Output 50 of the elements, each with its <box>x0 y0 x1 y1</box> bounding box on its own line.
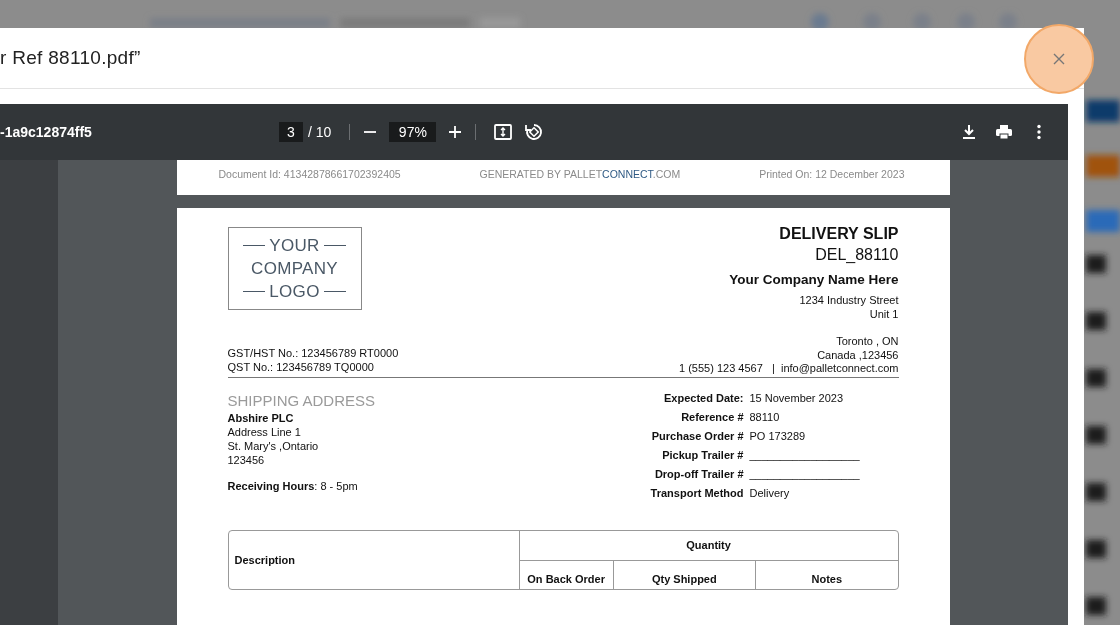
separator-text: | <box>771 361 775 374</box>
page-count: / 10 <box>308 124 332 140</box>
address-line: St. Mary's ,Ontario <box>227 438 320 453</box>
detail-label: Purchase Order # <box>650 429 744 442</box>
detail-label: Transport Method <box>650 486 744 499</box>
detail-label: Pickup Trailer # <box>661 448 744 461</box>
address-line: 123456 <box>227 452 266 467</box>
column-header: Notes <box>755 559 898 589</box>
slip-number: DEL_88110 <box>815 245 899 264</box>
page-number-field[interactable]: 3 <box>279 122 303 142</box>
generated-by-text: GENERATED BY PALLETCONNECT.COM <box>479 168 681 181</box>
address-line: Address Line 1 <box>227 424 302 439</box>
fit-page-icon[interactable] <box>493 122 514 142</box>
detail-value: __________________ <box>749 467 861 480</box>
logo-text: LOGO <box>269 280 320 303</box>
detail-value: 15 November 2023 <box>749 391 845 404</box>
address-line: Canada ,123456 <box>817 347 899 362</box>
document-id: Document Id: 41342878661702392405 <box>218 168 401 181</box>
email-address: info@palletconnect.com <box>780 361 899 374</box>
printed-date: Printed On: 12 December 2023 <box>759 168 905 181</box>
detail-value: Delivery <box>749 486 791 499</box>
address-line: 1234 Industry Street <box>799 292 899 307</box>
detail-value: PO 173289 <box>749 429 807 442</box>
section-heading: SHIPPING ADDRESS <box>227 391 376 409</box>
company-name: Your Company Name Here <box>729 271 899 287</box>
column-header: On Back Order <box>518 559 613 589</box>
receiving-hours: Receiving Hours: 8 - 5pm <box>227 479 359 492</box>
close-icon <box>1052 52 1066 66</box>
detail-label: Drop-off Trailer # <box>653 467 744 480</box>
detail-label: Reference # <box>680 410 744 423</box>
zoom-field[interactable]: 97% <box>389 122 437 142</box>
recipient-name: Abshire PLC <box>227 410 295 425</box>
phone-number: 1 (555) 123 4567 <box>679 361 763 374</box>
tax-number: QST No.: 123456789 TQ0000 <box>227 359 375 374</box>
detail-value: __________________ <box>749 448 861 461</box>
print-icon[interactable] <box>994 122 1014 142</box>
column-header: Quantity <box>518 530 898 560</box>
detail-value: 88110 <box>749 410 781 423</box>
file-name: -1a9c12874ff5 <box>0 124 93 140</box>
tax-number: GST/HST No.: 123456789 RT0000 <box>227 345 399 360</box>
rotate-icon[interactable] <box>524 122 545 142</box>
logo-text: YOUR <box>269 234 320 257</box>
address-line: Unit 1 <box>869 306 899 321</box>
dialog-title: r Ref 88110.pdf” <box>0 47 141 69</box>
column-header: Qty Shipped <box>612 559 755 589</box>
address-line: Toronto , ON <box>836 333 899 348</box>
logo-text: COMPANY <box>251 257 338 280</box>
column-header: Description <box>233 552 296 568</box>
detail-label: Expected Date: <box>663 391 744 404</box>
document-title: DELIVERY SLIP <box>779 224 899 243</box>
